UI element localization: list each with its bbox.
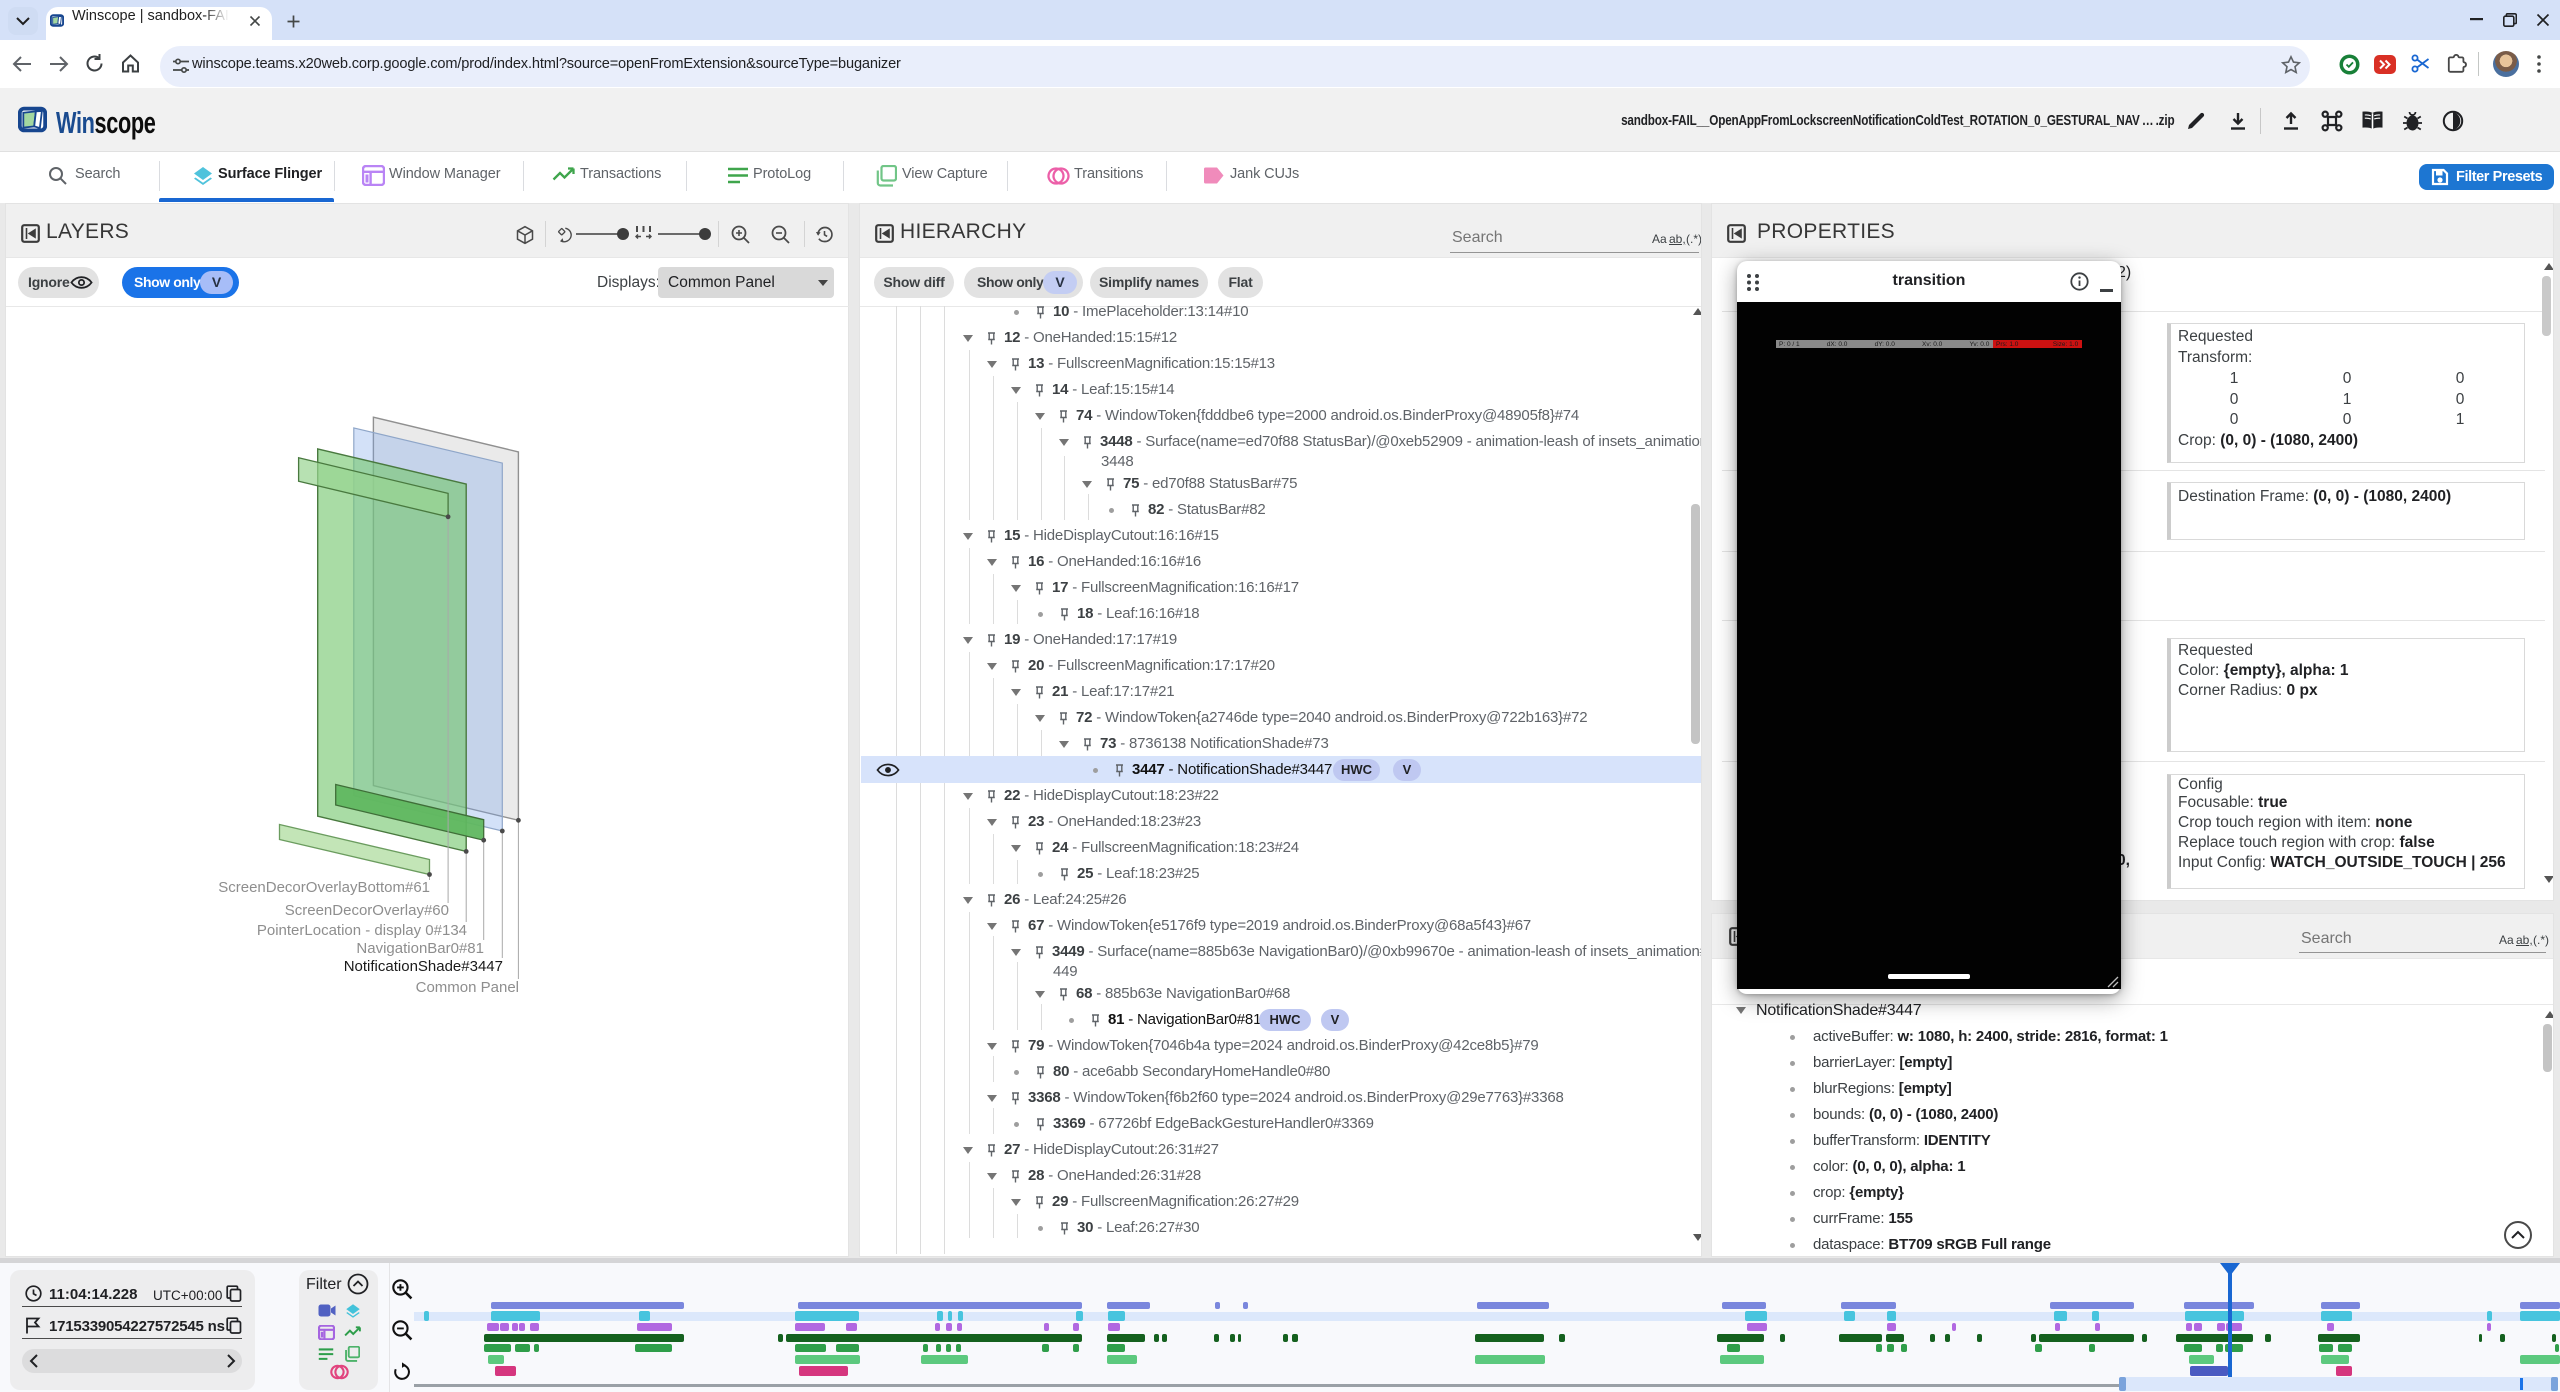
svg-text:ScreenDecorOverlayBottom#61: ScreenDecorOverlayBottom#61	[218, 879, 430, 896]
svg-text:NavigationBar0#81: NavigationBar0#81	[356, 940, 484, 957]
svg-text:Common Panel: Common Panel	[416, 979, 519, 996]
svg-text:PointerLocation - display 0#13: PointerLocation - display 0#134	[257, 922, 467, 939]
svg-text:NotificationShade#3447: NotificationShade#3447	[344, 958, 503, 975]
svg-text:ScreenDecorOverlay#60: ScreenDecorOverlay#60	[285, 902, 449, 919]
